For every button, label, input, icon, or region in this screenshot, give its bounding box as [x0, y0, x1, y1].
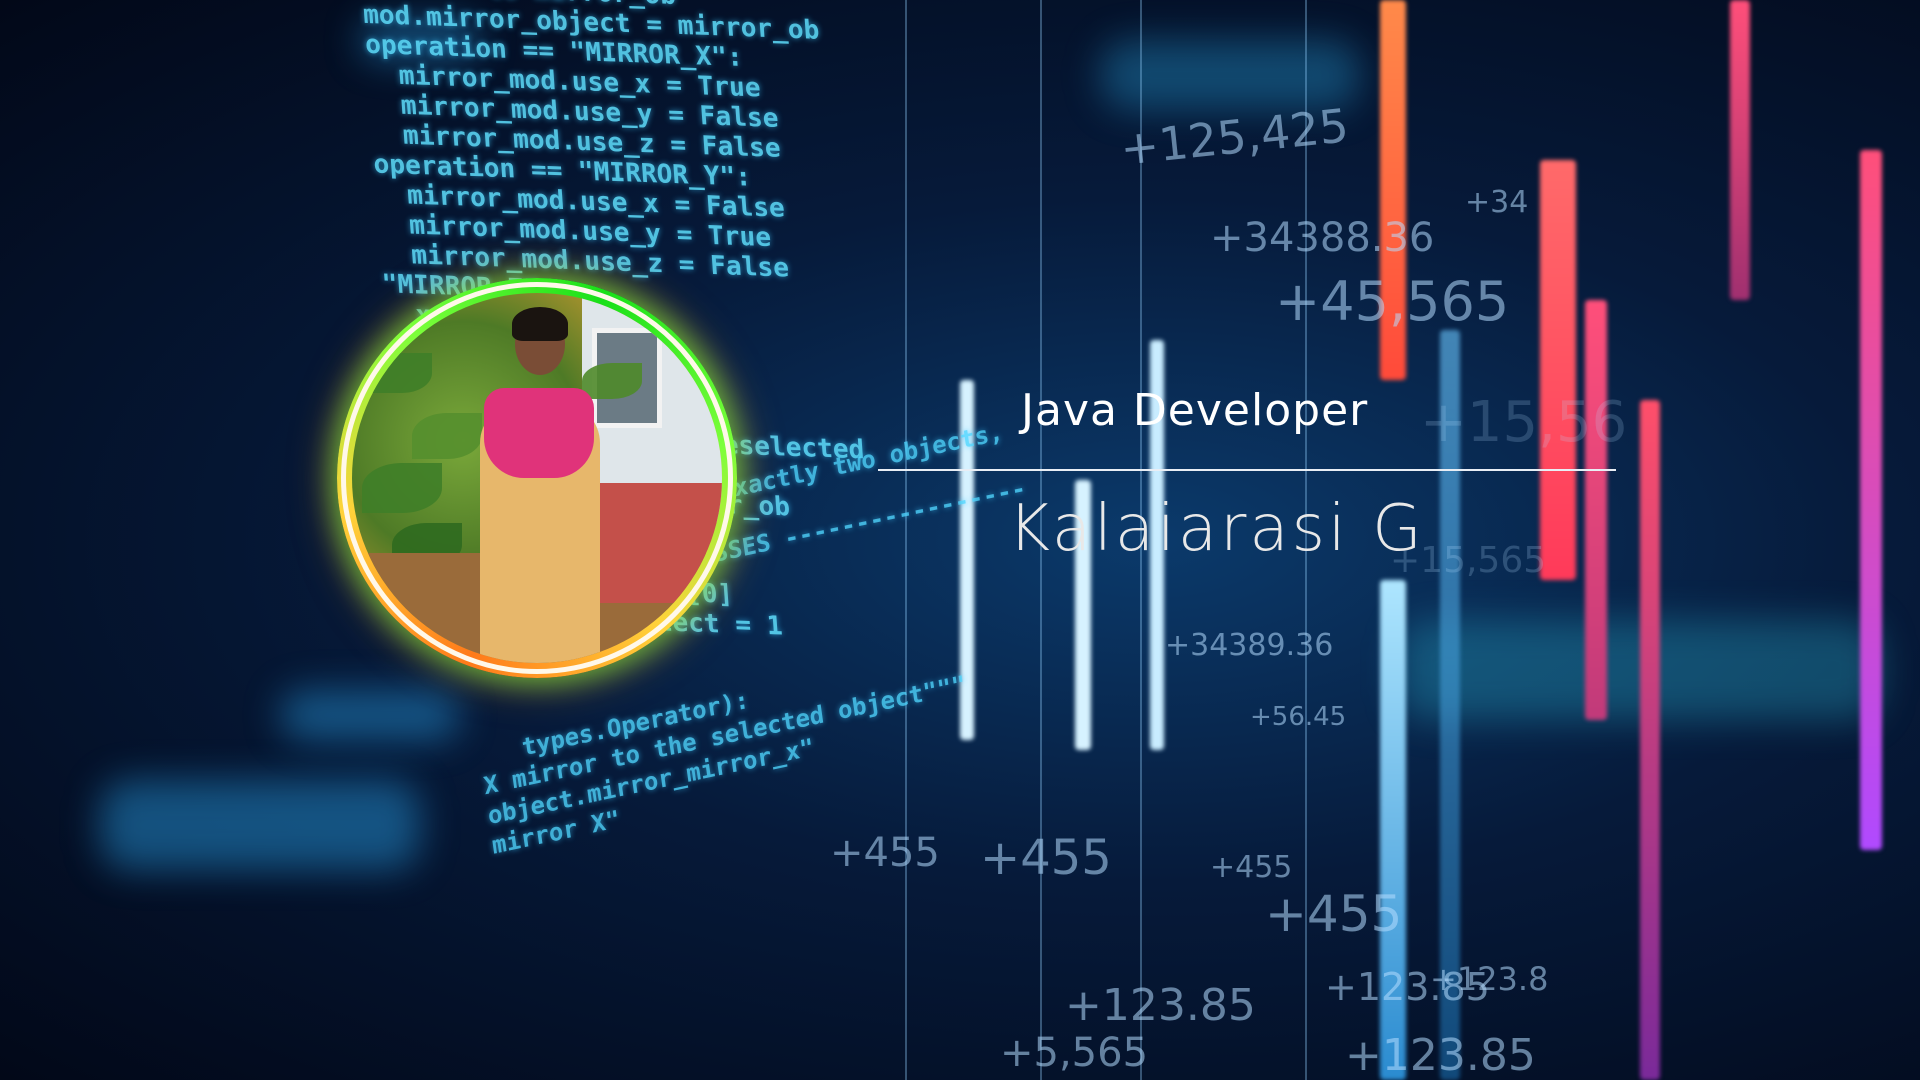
blurred-code-band	[1100, 40, 1360, 110]
chart-bar	[1640, 400, 1660, 1080]
chart-bar	[1860, 150, 1882, 850]
person-name: Kalaiarasi G	[1008, 492, 1425, 566]
chart-number: +455	[1265, 885, 1403, 943]
chart-number: +34389.36	[1165, 628, 1334, 663]
photo-foliage	[372, 353, 432, 393]
chart-number: +45,565	[1275, 270, 1510, 333]
chart-bar	[1540, 160, 1576, 580]
background: to mirror_ob mod.mirror_object = mirror_…	[0, 0, 1920, 1080]
chart-bar	[1585, 300, 1607, 720]
blurred-code-band	[280, 690, 460, 740]
chart-number: +56.45	[1250, 702, 1347, 732]
chart-number: +15,56	[1420, 390, 1628, 455]
photo-foliage	[412, 413, 482, 459]
job-title: Java Developer	[1021, 385, 1369, 436]
chart-number: +455	[980, 830, 1112, 886]
photo-foliage	[582, 363, 642, 399]
chart-number: +34	[1465, 185, 1529, 220]
chart-number: +455	[830, 830, 940, 876]
chart-number: +123.8	[1430, 960, 1549, 998]
chart-number: +455	[1210, 850, 1293, 885]
chart-bar	[1730, 0, 1750, 300]
chart-number: +123.85	[1345, 1030, 1536, 1080]
divider	[878, 469, 1616, 471]
avatar	[352, 293, 722, 663]
chart-number: +5,565	[1000, 1030, 1149, 1076]
photo-person-hair	[512, 307, 568, 341]
chart-number: +34388.36	[1210, 215, 1435, 261]
chart-number: +123.85	[1065, 980, 1256, 1031]
photo-person-scarf	[484, 388, 594, 478]
blurred-code-band	[100, 780, 420, 870]
photo-foliage	[362, 463, 442, 513]
